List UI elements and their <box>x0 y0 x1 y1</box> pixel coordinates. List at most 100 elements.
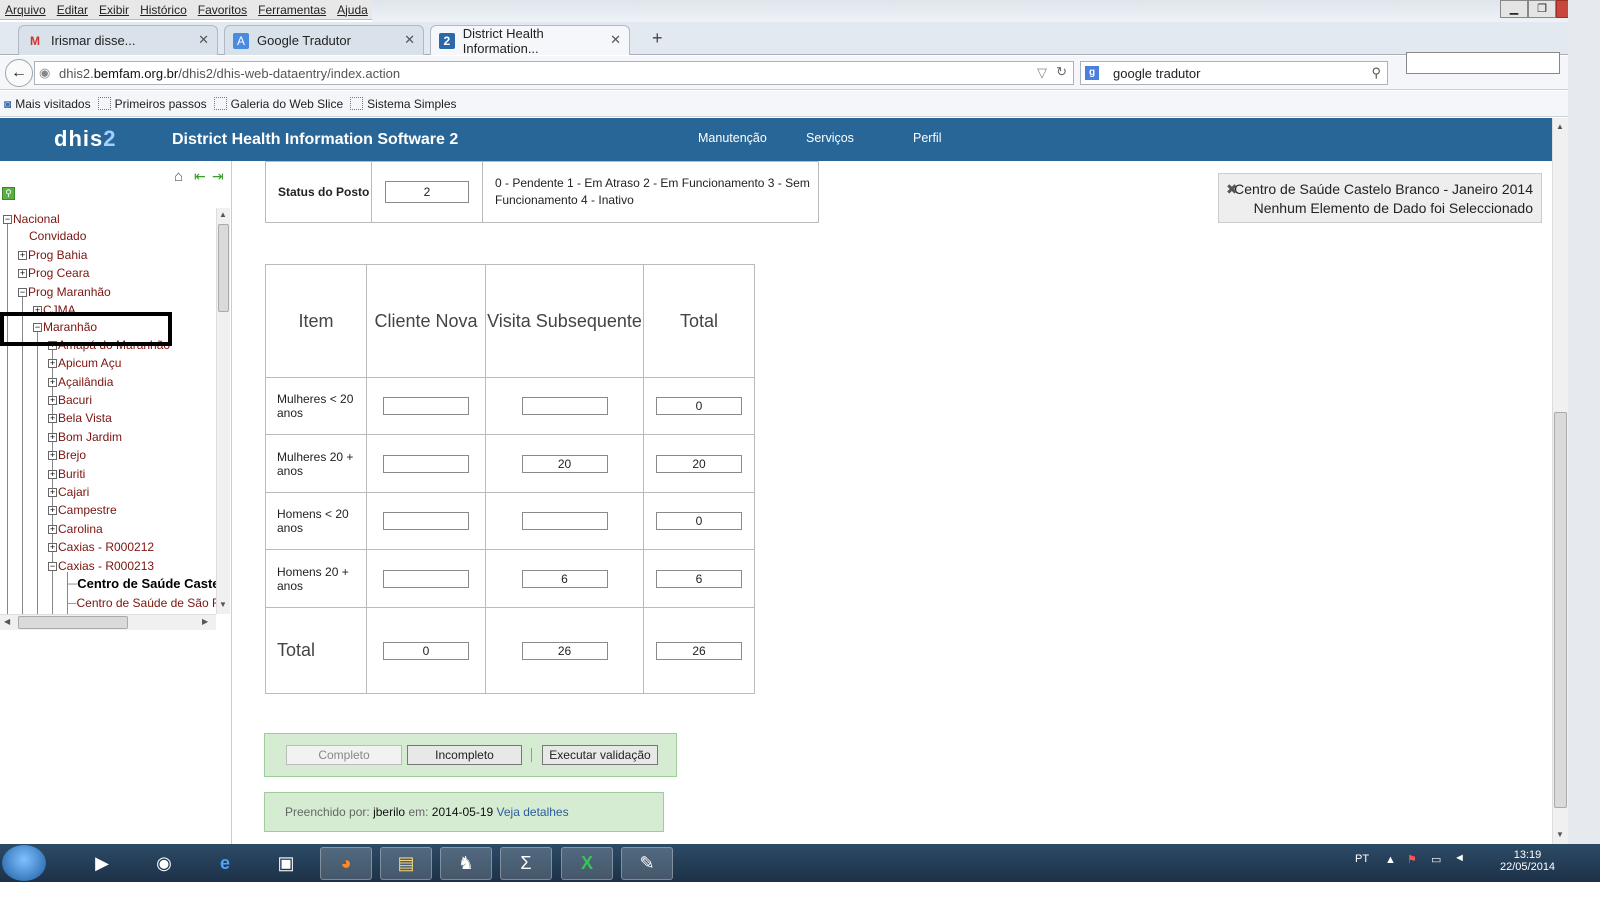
close-tab-icon[interactable]: ✕ <box>610 32 621 48</box>
close-icon[interactable]: ✖ <box>1226 180 1238 199</box>
tree-node[interactable]: + Prog Bahia <box>18 248 87 262</box>
expand-icon[interactable]: + <box>48 377 57 387</box>
minimize-button[interactable]: ▁ <box>1500 0 1528 18</box>
bookmark-primeiros-passos[interactable]: Primeiros passos <box>97 97 207 111</box>
visita-subsequente-input[interactable]: 6 <box>521 569 608 588</box>
tree-node[interactable]: − Nacional <box>3 212 60 226</box>
tree-node[interactable]: + Bacuri <box>48 393 92 407</box>
tree-node[interactable]: + Bela Vista <box>48 411 112 425</box>
tree-node[interactable]: + Bom Jardim <box>48 430 122 444</box>
network-icon[interactable]: ▭ <box>1431 853 1441 866</box>
tree-node[interactable]: + Prog Ceara <box>18 266 89 280</box>
scroll-up-icon[interactable]: ▲ <box>1556 122 1564 131</box>
scroll-thumb[interactable] <box>18 616 128 629</box>
scroll-left-icon[interactable]: ◀ <box>4 617 10 626</box>
paint-icon[interactable]: ✎ <box>621 847 673 880</box>
collapse-icon[interactable]: − <box>48 561 57 571</box>
expand-icon[interactable]: + <box>48 469 57 479</box>
menu-favoritos[interactable]: Favoritos <box>198 3 247 17</box>
tree-node-selected[interactable]: ─Centro de Saúde Castelo Branco <box>68 576 216 591</box>
menu-ferramentas[interactable]: Ferramentas <box>258 3 326 17</box>
bookmark-mais-visitados[interactable]: ◙ Mais visitados <box>4 97 91 111</box>
internet-explorer-icon[interactable]: e <box>199 847 251 880</box>
collapse-icon[interactable]: − <box>3 214 12 224</box>
cliente-nova-input[interactable] <box>383 454 469 473</box>
expand-icon[interactable]: + <box>48 524 57 534</box>
volume-icon[interactable]: ◄ <box>1454 852 1465 864</box>
view-details-link[interactable]: Veja detalhes <box>497 805 569 819</box>
collapse-icon[interactable]: − <box>18 287 27 297</box>
tab-gmail[interactable]: M Irismar disse... ✕ <box>18 25 218 55</box>
visita-subsequente-input[interactable] <box>521 397 608 415</box>
bookmark-sistema-simples[interactable]: Sistema Simples <box>350 97 457 111</box>
menu-editar[interactable]: Editar <box>57 3 88 17</box>
firefox-icon[interactable]: ◕ <box>320 847 372 880</box>
action-center-icon[interactable]: ⚑ <box>1407 853 1417 866</box>
tree-node[interactable]: − Prog Maranhão <box>18 285 111 299</box>
tree-node[interactable]: + Apicum Açu <box>48 356 121 370</box>
close-tab-icon[interactable]: ✕ <box>198 32 209 48</box>
start-button[interactable] <box>2 845 46 881</box>
menu-perfil[interactable]: Perfil <box>913 131 941 145</box>
menu-ajuda[interactable]: Ajuda <box>337 3 368 17</box>
cliente-nova-input[interactable] <box>383 512 469 530</box>
cliente-nova-input[interactable] <box>383 397 469 415</box>
expand-icon[interactable]: + <box>48 450 57 460</box>
expand-icon[interactable]: + <box>48 358 57 368</box>
run-validation-button[interactable]: Executar validação <box>542 745 658 765</box>
excel-icon[interactable]: X <box>561 847 613 880</box>
tree-node[interactable]: + Carolina <box>48 522 103 536</box>
expand-icon[interactable]: + <box>48 395 57 405</box>
menu-historico[interactable]: Histórico <box>140 3 187 17</box>
back-button[interactable]: ← <box>5 59 33 87</box>
scroll-down-icon[interactable]: ▼ <box>1556 830 1564 839</box>
url-bar[interactable]: ◉ dhis2. bemfam.org.br/dhis2/dhis-web-dat… <box>34 61 1074 85</box>
scroll-right-icon[interactable]: ▶ <box>202 617 208 626</box>
menu-servicos[interactable]: Serviços <box>806 131 854 145</box>
arrow-right-icon[interactable]: ⇥ <box>212 168 224 185</box>
clock[interactable]: 13:19 22/05/2014 <box>1500 849 1555 873</box>
menu-arquivo[interactable]: Arquivo <box>5 3 46 17</box>
incomplete-button[interactable]: Incompleto <box>407 745 522 765</box>
visita-subsequente-input[interactable] <box>521 512 608 530</box>
scroll-down-icon[interactable]: ▼ <box>219 600 227 609</box>
tree-search-icon[interactable]: ⚲ <box>2 187 15 200</box>
complete-button[interactable]: Completo <box>286 745 402 765</box>
arrow-left-icon[interactable]: ⇤ <box>194 168 206 185</box>
page-vertical-scrollbar[interactable]: ▲ ▼ <box>1552 118 1568 844</box>
expand-icon[interactable]: + <box>48 487 57 497</box>
tab-google-tradutor[interactable]: A Google Tradutor ✕ <box>224 25 424 55</box>
home-icon[interactable]: ⌂ <box>174 168 183 185</box>
expand-icon[interactable]: + <box>48 432 57 442</box>
tree-node[interactable]: ─Centro de Saúde de São Francisco <box>68 596 216 610</box>
tree-horizontal-scrollbar[interactable]: ◀ ▶ <box>0 614 216 630</box>
new-tab-button[interactable]: + <box>652 28 663 49</box>
postgres-icon[interactable]: ♞ <box>440 847 492 880</box>
expand-icon[interactable]: + <box>48 505 57 515</box>
expand-icon[interactable]: + <box>48 542 57 552</box>
file-explorer-icon[interactable]: ▤ <box>380 847 432 880</box>
tree-node[interactable]: + Brejo <box>48 448 86 462</box>
dhis-logo[interactable]: dhis2 <box>54 126 116 152</box>
menu-exibir[interactable]: Exibir <box>99 3 129 17</box>
tab-dhis[interactable]: 2 District Health Information... ✕ <box>430 25 630 56</box>
status-input[interactable]: 2 <box>385 181 469 203</box>
scroll-thumb[interactable] <box>1554 412 1567 808</box>
reload-icon[interactable]: ↻ <box>1056 64 1067 80</box>
menu-manutencao[interactable]: Manutenção <box>698 131 767 145</box>
expand-icon[interactable]: + <box>18 268 27 278</box>
expand-icon[interactable]: + <box>18 250 27 260</box>
remote-desktop-icon[interactable]: ▣ <box>260 847 312 880</box>
language-indicator[interactable]: PT <box>1355 853 1369 865</box>
tree-node[interactable]: + Caxias - R000212 <box>48 540 154 554</box>
tree-node[interactable]: − Caxias - R000213 <box>48 559 154 573</box>
tree-node[interactable]: Convidado <box>29 229 86 243</box>
cliente-nova-input[interactable] <box>383 569 469 588</box>
scroll-thumb[interactable] <box>218 224 229 312</box>
visita-subsequente-input[interactable]: 20 <box>521 454 608 473</box>
math-tool-icon[interactable]: Σ <box>500 847 552 880</box>
tree-node[interactable]: + Açailândia <box>48 375 113 389</box>
search-box[interactable]: g google tradutor ⚲ <box>1080 61 1388 85</box>
chrome-icon[interactable]: ◉ <box>138 847 190 880</box>
dropdown-arrow-icon[interactable]: ▽ <box>1037 65 1047 81</box>
